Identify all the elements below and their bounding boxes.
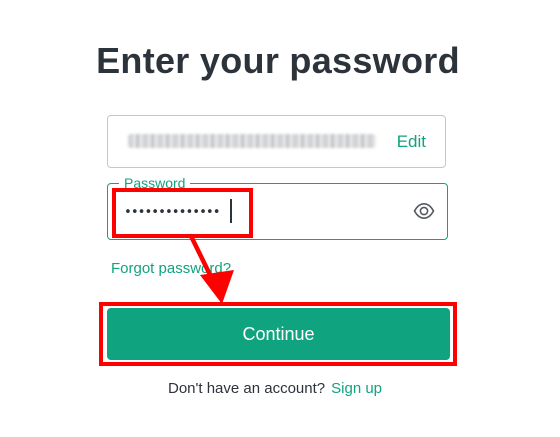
signup-prompt: Don't have an account? (167, 380, 326, 397)
signup-link[interactable]: Sign up (331, 380, 382, 397)
password-highlight-box (112, 188, 253, 238)
signup-row: Don't have an account? Sign up (0, 380, 550, 397)
eye-icon[interactable] (413, 202, 435, 220)
page-title: Enter your password (96, 40, 460, 81)
login-page: Enter your password Edit Password Forgot… (0, 0, 560, 437)
email-field: Edit (107, 115, 446, 168)
blurred-email-value (128, 134, 376, 148)
forgot-password-link[interactable]: Forgot password? (111, 260, 231, 277)
continue-highlight-box (99, 302, 457, 366)
edit-email-link[interactable]: Edit (397, 132, 426, 152)
